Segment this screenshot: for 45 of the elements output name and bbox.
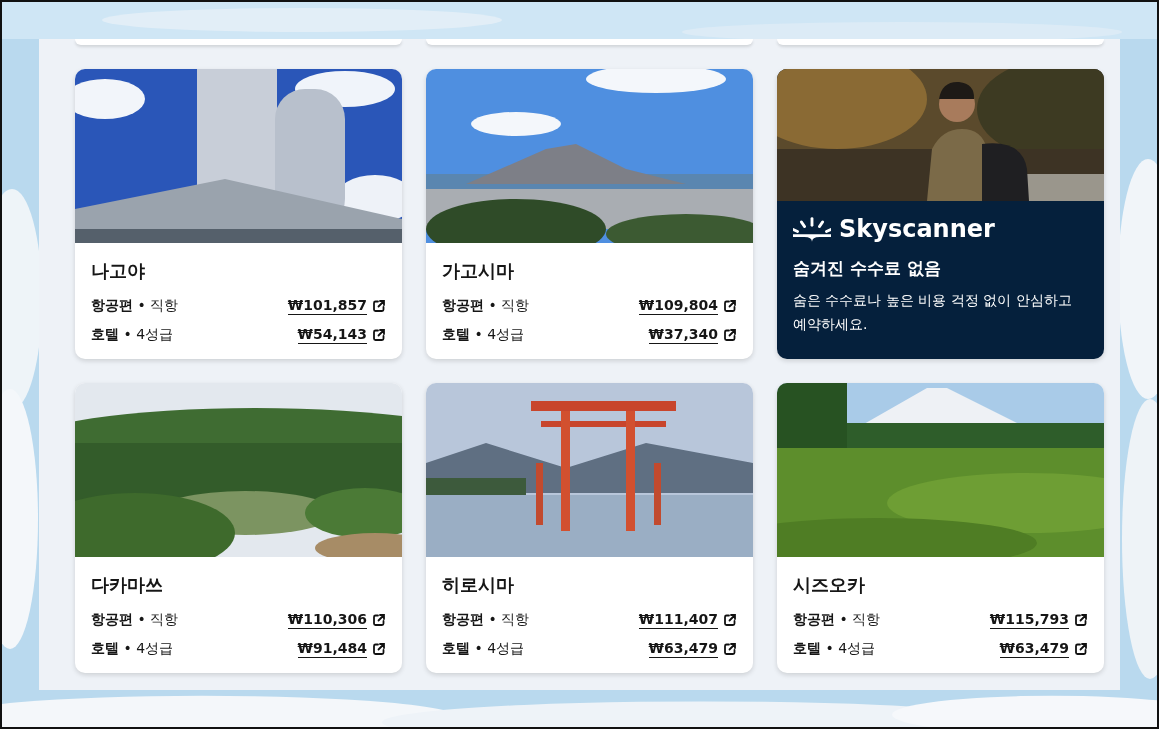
offer-label: 항공편 • 직항 — [442, 296, 531, 315]
external-link-icon — [723, 298, 737, 313]
external-link-icon — [372, 612, 386, 627]
price-link[interactable]: ₩109,804 — [638, 296, 718, 315]
city-name: 다카마쓰 — [91, 573, 164, 597]
price-link[interactable]: ₩115,793 — [989, 610, 1069, 629]
price-link[interactable]: ₩101,857 — [287, 296, 367, 315]
promo-title: 숨겨진 수수료 없음 — [793, 257, 942, 280]
external-link-icon — [372, 327, 386, 342]
destination-card[interactable]: 가고시마 항공편 • 직항 ₩109,804 호텔 • 4성급 ₩37,340 — [426, 69, 753, 359]
external-link-icon — [1074, 641, 1088, 656]
destination-card[interactable]: 히로시마 항공편 • 직항 ₩111,407 호텔 • 4성급 ₩63,479 — [426, 383, 753, 673]
offer-label: 호텔 • 4성급 — [793, 639, 877, 658]
external-link-icon — [723, 641, 737, 656]
external-link-icon — [372, 298, 386, 313]
offer-label: 항공편 • 직항 — [91, 296, 180, 315]
external-link-icon — [1074, 612, 1088, 627]
city-name: 가고시마 — [442, 259, 515, 283]
offer-label: 항공편 • 직항 — [442, 610, 531, 629]
offer-label: 호텔 • 4성급 — [91, 325, 175, 344]
price-link[interactable]: ₩110,306 — [287, 610, 367, 629]
city-name: 나고야 — [91, 259, 146, 283]
city-name: 시즈오카 — [793, 573, 866, 597]
price-link[interactable]: ₩63,479 — [648, 639, 718, 658]
destination-card[interactable]: 나고야 항공편 • 직항 ₩101,857 호텔 • 4성급 ₩54,143 — [75, 69, 402, 359]
external-link-icon — [372, 641, 386, 656]
offer-label: 항공편 • 직항 — [91, 610, 180, 629]
price-link[interactable]: ₩54,143 — [297, 325, 367, 344]
price-link[interactable]: ₩91,484 — [297, 639, 367, 658]
brand-name: Skyscanner — [839, 215, 995, 243]
external-link-icon — [723, 327, 737, 342]
destination-card[interactable]: 시즈오카 항공편 • 직항 ₩115,793 호텔 • 4성급 ₩63,479 — [777, 383, 1104, 673]
price-link[interactable]: ₩63,479 — [999, 639, 1069, 658]
offer-label: 호텔 • 4성급 — [442, 639, 526, 658]
promo-card[interactable]: Skyscanner 숨겨진 수수료 없음 숨은 수수료나 높은 비용 걱정 없이 안심하고 예약하세요. — [777, 69, 1104, 359]
promo-text: 숨은 수수료나 높은 비용 걱정 없이 안심하고 예약하세요. — [793, 291, 1073, 334]
offer-label: 호텔 • 4성급 — [442, 325, 526, 344]
external-link-icon — [723, 612, 737, 627]
offer-label: 항공편 • 직항 — [793, 610, 882, 629]
price-link[interactable]: ₩37,340 — [648, 325, 718, 344]
offer-label: 호텔 • 4성급 — [91, 639, 175, 658]
city-name: 히로시마 — [442, 573, 515, 597]
price-link[interactable]: ₩111,407 — [638, 610, 718, 629]
sunrise-logo-icon — [793, 216, 831, 242]
destination-card[interactable]: 다카마쓰 항공편 • 직항 ₩110,306 호텔 • 4성급 ₩91,484 — [75, 383, 402, 673]
